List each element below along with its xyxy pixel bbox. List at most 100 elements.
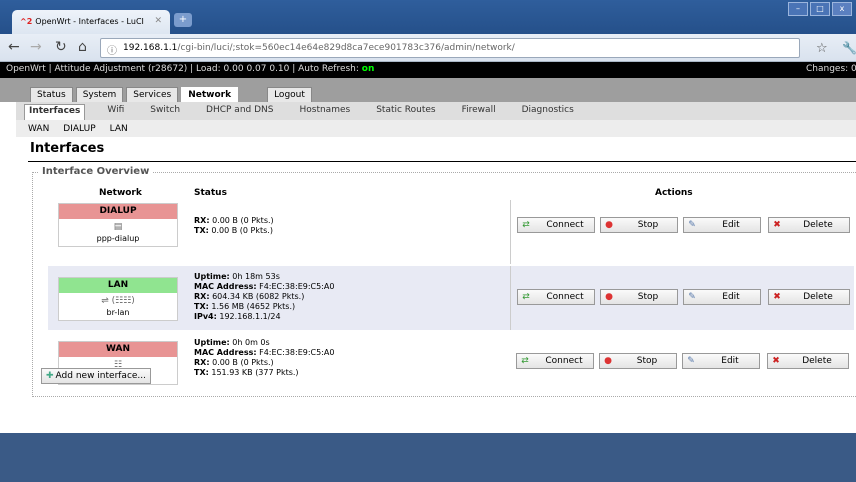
status-key: IPv4: [194,312,217,321]
address-bar[interactable]: ⓘ 192.168.1.1/cgi-bin/luci/;stok=560ec14e… [100,38,800,58]
home-icon[interactable]: ⌂ [78,39,87,55]
status-value: 151.93 KB (377 Pkts.) [211,368,299,377]
reload-icon[interactable]: ↻ [55,39,67,55]
nav-services[interactable]: Services [126,87,179,102]
minimize-button[interactable]: – [788,2,808,16]
delete-label: Delete [803,292,833,302]
edit-button[interactable]: ✎ Edit [683,289,761,305]
device-name: ppp-dialup [96,234,140,243]
stop-icon: ● [604,356,612,366]
add-interface-button[interactable]: ✚ Add new interface... [41,368,152,384]
status-value: 0.00 B (0 Pkts.) [212,216,274,225]
bookmark-star-icon[interactable]: ☆ [816,41,828,56]
stop-button[interactable]: ● Stop [599,353,677,369]
iface-nav-dialup[interactable]: DIALUP [63,124,95,137]
stop-label: Stop [637,292,659,302]
edit-icon: ✎ [688,220,696,230]
maximize-button[interactable]: □ [810,2,830,16]
delete-icon: ✖ [773,292,781,302]
back-icon[interactable]: ← [8,39,20,55]
edit-button[interactable]: ✎ Edit [682,353,760,369]
status-text: OpenWrt | Attitude Adjustment (r28672) |… [6,64,359,74]
sub-nav: Interfaces Wifi Switch DHCP and DNS Host… [16,102,856,120]
interface-nav: WAN DIALUP LAN [16,120,856,137]
edit-label: Edit [722,220,740,230]
add-interface-label: Add new interface... [55,371,147,381]
delete-button[interactable]: ✖ Delete [768,289,850,305]
status-value: 0h 0m 0s [232,338,270,347]
status-value: F4:EC:38:E9:C5:A0 [259,282,335,291]
col-header-actions: Actions [655,188,693,198]
close-window-button[interactable]: x [832,2,852,16]
status-key: TX: [194,302,209,311]
edit-label: Edit [721,356,739,366]
edit-button[interactable]: ✎ Edit [683,217,761,233]
window-controls: – □ x [788,2,852,16]
page-viewport: OpenWrt | Attitude Adjustment (r28672) |… [0,62,856,482]
close-tab-icon[interactable]: ✕ [154,16,162,26]
status-key: Uptime: [194,338,230,347]
status-value: 1.56 MB (4652 Pkts.) [211,302,296,311]
url-path: /cgi-bin/luci/;stok=560ec14e64e829d8ca7e… [177,43,515,53]
stop-button[interactable]: ● Stop [600,217,678,233]
row-actions: ⇄ Connect ● Stop ✎ Edit ✖ Delete [510,332,854,396]
interface-overview: Interface Overview Network Status Action… [32,166,856,397]
auto-refresh-toggle[interactable]: on [362,64,375,74]
changes-link[interactable]: Changes: 0 [806,64,856,74]
connect-button[interactable]: ⇄ Connect [517,217,595,233]
edit-icon: ✎ [688,292,696,302]
interface-row-dialup: DIALUP ▤ ppp-dialup RX: 0.00 B (0 Pkts.) T… [48,200,854,264]
connect-icon: ⇄ [522,292,530,302]
forward-icon[interactable]: → [30,39,42,55]
interface-name: DIALUP [59,204,177,219]
overview-legend: Interface Overview [39,166,153,177]
iface-nav-wan[interactable]: WAN [28,124,49,137]
nav-logout[interactable]: Logout [267,87,312,102]
browser-titlebar: ^2 OpenWrt - Interfaces - LuCI ✕ + – □ x [0,0,856,34]
status-value: F4:EC:38:E9:C5:A0 [259,348,335,357]
device-name: br-lan [106,308,130,317]
subnav-wifi[interactable]: Wifi [103,104,128,120]
subnav-static-routes[interactable]: Static Routes [372,104,439,120]
new-tab-button[interactable]: + [174,13,192,27]
row-actions: ⇄ Connect ● Stop ✎ Edit ✖ Delete [510,266,854,330]
iface-nav-lan[interactable]: LAN [110,124,128,137]
wrench-menu-icon[interactable]: 🔧 [842,41,856,55]
subnav-switch[interactable]: Switch [146,104,184,120]
connect-button[interactable]: ⇄ Connect [516,353,594,369]
interface-name: WAN [59,342,177,357]
delete-button[interactable]: ✖ Delete [767,353,849,369]
stop-button[interactable]: ● Stop [600,289,678,305]
subnav-diagnostics[interactable]: Diagnostics [518,104,578,120]
subnav-dhcp-dns[interactable]: DHCP and DNS [202,104,277,120]
status-key: MAC Address: [194,282,257,291]
status-key: TX: [194,226,209,235]
ppp-device-icon: ▤ [113,222,123,232]
interface-status: Uptime: 0h 18m 53s MAC Address: F4:EC:38… [194,272,334,322]
connect-label: Connect [546,292,584,302]
status-key: MAC Address: [194,348,257,357]
nav-system[interactable]: System [75,87,124,102]
subnav-firewall[interactable]: Firewall [458,104,500,120]
status-value: 0.00 B (0 Pkts.) [212,358,274,367]
subnav-interfaces[interactable]: Interfaces [24,104,86,120]
delete-label: Delete [802,356,832,366]
content-area: Interfaces Interface Overview Network St… [0,139,856,433]
nav-status[interactable]: Status [30,87,73,102]
stop-icon: ● [605,220,613,230]
nav-network[interactable]: Network [181,87,239,102]
interface-badge: DIALUP ▤ ppp-dialup [58,203,178,247]
connect-label: Connect [545,356,583,366]
browser-toolbar: ← → ↻ ⌂ ⓘ 192.168.1.1/cgi-bin/luci/;stok=… [0,34,856,62]
bridge-device-icon: ⇌ (☷☷) [101,296,135,306]
delete-label: Delete [803,220,833,230]
stop-label: Stop [637,220,659,230]
delete-button[interactable]: ✖ Delete [768,217,850,233]
status-key: TX: [194,368,209,377]
connect-button[interactable]: ⇄ Connect [517,289,595,305]
stop-label: Stop [636,356,658,366]
status-key: Uptime: [194,272,230,281]
page-info-icon: ⓘ [107,46,117,57]
subnav-hostnames[interactable]: Hostnames [295,104,354,120]
browser-tab[interactable]: ^2 OpenWrt - Interfaces - LuCI ✕ [12,10,170,34]
